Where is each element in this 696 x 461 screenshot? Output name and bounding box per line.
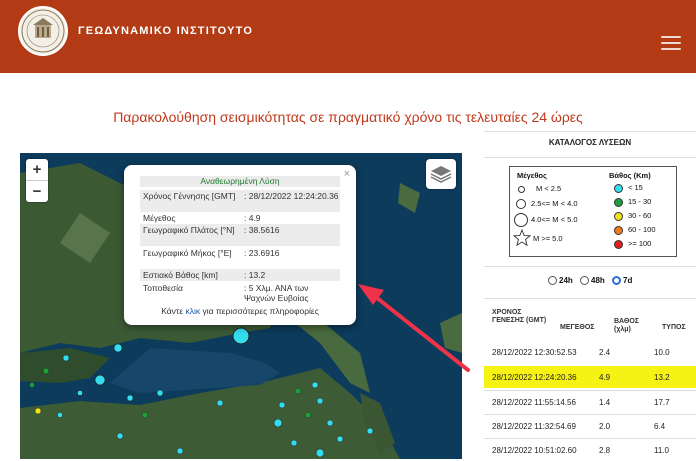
earthquake-info-popup: × Αναθεωρημένη Λύση Χρόνος Γέννησης [GMT… (124, 165, 356, 325)
close-icon[interactable]: × (344, 168, 350, 180)
depth-legend-title: Βάθος (Km) (609, 171, 651, 180)
depth-color-swatch (614, 198, 623, 207)
popup-header: Αναθεωρημένη Λύση (140, 176, 340, 187)
divider (484, 157, 696, 158)
depth-color-swatch (614, 226, 623, 235)
popup-row-latitude: Γεωγραφικό Πλάτος [°N] : 38.5616 (140, 224, 340, 246)
divider (484, 131, 696, 132)
table-row-highlighted[interactable]: 28/12/2022 12:24:20.36 4.9 13.2 (484, 366, 696, 388)
column-header-time[interactable]: ΧΡΟΝΟΣ ΓΕΝΕΣΗΣ (GMT) (492, 309, 552, 325)
popup-value: : 28/12/2022 12:24:20.36 (244, 191, 339, 201)
brand-name[interactable]: ΓΕΩΔΥΝΑΜΙΚΟ ΙΝΣΤΙΤΟΥΤΟ (78, 25, 253, 37)
table-row[interactable]: 28/12/2022 12:30:52.53 2.4 10.0 (484, 341, 696, 363)
popup-footer: Κάντε κλικ για περισσότερες πληροφορίες (161, 306, 319, 316)
popup-row-magnitude: Μέγεθος : 4.9 (140, 212, 340, 224)
popup-label: Μέγεθος (143, 213, 176, 223)
hamburger-menu-icon[interactable] (661, 36, 681, 50)
zoom-control: + − (26, 159, 48, 202)
popup-value: : 5 Χλμ. ΑΝΑ των Ψαχνών Ευβοίας (244, 283, 309, 303)
popup-label: Γεωγραφικό Μήκος [°E] (143, 248, 232, 258)
magnitude-legend-title: Μέγεθος (517, 171, 547, 180)
star-icon (513, 229, 531, 247)
popup-label: Τοποθεσία (143, 283, 183, 293)
popup-row-location: Τοποθεσία : 5 Χλμ. ΑΝΑ των Ψαχνών Ευβοία… (140, 282, 340, 304)
large-circle-icon (514, 213, 528, 227)
institute-logo[interactable] (18, 6, 68, 56)
table-row[interactable]: 28/12/2022 11:55:14.56 1.4 17.7 (484, 391, 696, 413)
solutions-panel: ΚΑΤΑΛΟΓΟΣ ΛΥΣΕΩΝ Μέγεθος Βάθος (Km) M < … (484, 128, 696, 459)
popup-label: Χρόνος Γέννησης [GMT] (143, 191, 236, 201)
divider (484, 266, 696, 267)
popup-row-longitude: Γεωγραφικό Μήκος [°E] : 23.6916 (140, 247, 340, 269)
page-title: Παρακολούθηση σεισμικότητας σε πραγματικ… (113, 109, 583, 125)
popup-row-time: Χρόνος Γέννησης [GMT] : 28/12/2022 12:24… (140, 190, 340, 212)
popup-label: Εστιακό Βάθος [km] (143, 270, 218, 280)
popup-value: : 4.9 (244, 213, 261, 223)
more-info-link[interactable]: κλικ (185, 306, 200, 316)
column-header-depth[interactable]: ΒΑΘΟΣ (χλμ) (614, 318, 648, 334)
popup-label: Γεωγραφικό Πλάτος [°N] (143, 225, 235, 235)
popup-row-depth: Εστιακό Βάθος [km] : 13.2 (140, 269, 340, 281)
depth-color-swatch (614, 240, 623, 249)
popup-value: : 23.6916 (244, 248, 280, 258)
legend-title: ΚΑΤΑΛΟΓΟΣ ΛΥΣΕΩΝ (548, 138, 632, 147)
zoom-out-button[interactable]: − (26, 180, 48, 202)
column-header-type[interactable]: ΤΥΠΟΣ (662, 324, 686, 332)
radio-circle[interactable] (548, 276, 557, 285)
legend-box: Μέγεθος Βάθος (Km) M < 2.5 2.5<= M < 4.0… (509, 166, 677, 257)
zoom-in-button[interactable]: + (26, 159, 48, 180)
table-row[interactable]: 28/12/2022 10:51:02.60 2.8 11.0 (484, 439, 696, 461)
radio-circle-selected[interactable] (612, 276, 621, 285)
depth-color-swatch (614, 184, 623, 193)
column-header-magnitude[interactable]: ΜΕΓΕΘΟΣ (560, 324, 594, 332)
table-row[interactable]: 28/12/2022 11:32:54.69 2.0 6.4 (484, 415, 696, 437)
depth-color-swatch (614, 212, 623, 221)
medium-circle-icon (516, 199, 526, 209)
popup-value: : 13.2 (244, 270, 266, 280)
small-circle-icon (518, 186, 525, 193)
site-header: ΓΕΩΔΥΝΑΜΙΚΟ ΙΝΣΤΙΤΟΥΤΟ (0, 0, 696, 73)
divider (484, 298, 696, 299)
layers-icon[interactable] (426, 159, 456, 189)
popup-value: : 38.5616 (244, 225, 280, 235)
radio-circle[interactable] (580, 276, 589, 285)
